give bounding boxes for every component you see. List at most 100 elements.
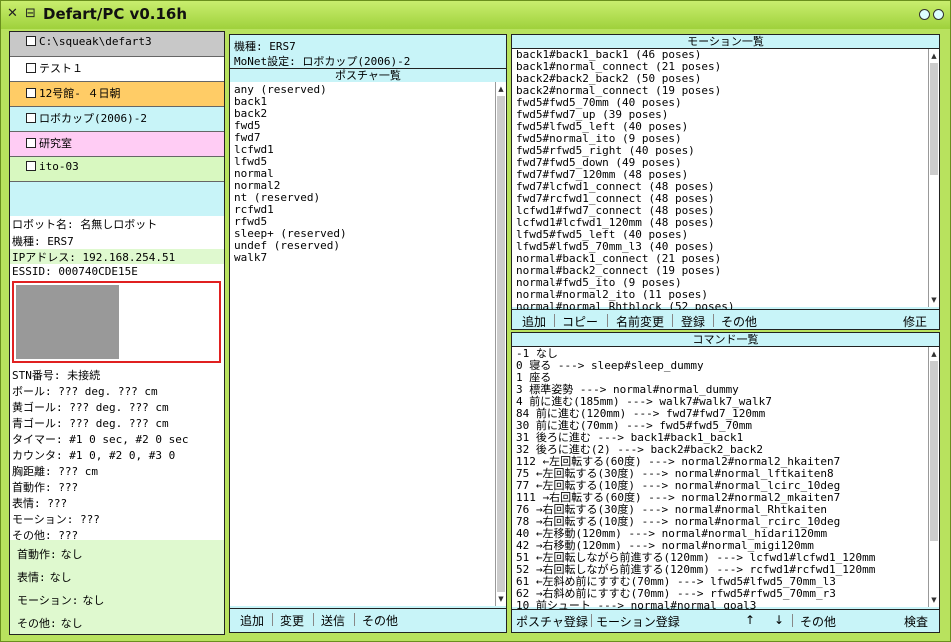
posture-list-box: any (reserved) back1 back2 fwd5 fwd7 lcfwd1 lf… [230,82,506,606]
posture-register-button[interactable]: ポスチャ登録 [516,613,588,630]
checkbox-icon[interactable] [26,36,36,46]
posture-scrollbar[interactable]: ▲ ▼ [495,82,506,606]
camera-image [16,285,119,359]
motion-register-button[interactable]: 登録 [681,313,705,329]
motion-add-button[interactable]: 追加 [522,313,546,329]
command-scrollbar[interactable]: ▲ ▼ [928,347,939,607]
robot-essid: ESSID: 000740CDE15E [12,265,138,278]
command-list-header: コマンド一覧 [512,333,939,347]
checkbox-icon[interactable] [26,161,36,171]
motion-scrollbar[interactable]: ▲ ▼ [928,49,939,307]
status-line: モーション: ??? [12,513,100,526]
selector-label: 首動作: [17,548,57,561]
posture-list-header: ポスチャ一覧 [230,68,506,83]
project-item[interactable]: テスト１ [10,57,224,82]
motion-list-box: back1#back1_back1 (46 poses) back1#normal… [512,49,939,313]
selector-value[interactable]: なし [50,571,72,584]
status-line: 胸距離: ??? cm [12,465,98,478]
motion-rename-button[interactable]: 名前変更 [616,313,664,329]
scroll-down-icon[interactable]: ▼ [929,295,939,305]
status-line: 首動作: ??? [12,481,79,494]
motion-fix-button[interactable]: 修正 [903,313,927,329]
motion-panel: モーション一覧 back1#back1_back1 (46 poses) back… [511,34,940,330]
status-line: 青ゴール: ??? deg. ??? cm [12,417,169,430]
posture-edit-button[interactable]: 変更 [280,612,304,629]
motion-list-header: モーション一覧 [512,35,939,49]
command-item[interactable]: 0 寝る ---> sleep#sleep_dummy [516,360,875,372]
scroll-down-icon[interactable]: ▼ [929,595,939,605]
move-down-button[interactable]: ↓ [774,613,784,627]
status-line: 黄ゴール: ??? deg. ??? cm [12,401,169,414]
posture-panel: 機種: ERS7 MoNet設定: ロボカップ(2006)-2 ポスチャ一覧 a… [229,34,507,633]
checkbox-icon[interactable] [26,88,36,98]
project-item[interactable]: C:\squeak\defart3 [10,32,224,57]
selector-row[interactable]: モーション: なし [13,588,224,609]
selector-value[interactable]: なし [61,617,83,630]
robot-name: ロボット名: 名無しロボット [12,218,158,231]
status-line: カウンタ: #1 0, #2 0, #3 0 [12,449,176,462]
motion-copy-button[interactable]: コピー [562,313,598,329]
posture-buttons: 追加 変更 送信 その他 [230,608,506,629]
monet-setting: MoNet設定: ロボカップ(2006)-2 [234,55,411,68]
move-up-button[interactable]: ↑ [745,613,755,627]
camera-view[interactable] [12,281,221,363]
command-check-button[interactable]: 検査 [904,613,928,630]
project-item[interactable]: ito-03 [10,157,224,182]
status-line: STN番号: 未接続 [12,369,101,382]
selector-row[interactable]: その他: なし [13,611,224,632]
command-buttons: ポスチャ登録 モーション登録 ↑ ↓ その他 検査 [512,609,939,630]
motion-register-button[interactable]: モーション登録 [596,613,680,630]
scroll-thumb[interactable] [930,361,938,541]
status-line: ボール: ??? deg. ??? cm [12,385,158,398]
project-label: ロボカップ(2006)-2 [39,112,147,125]
project-item[interactable]: 12号館- ４日朝 [10,82,224,107]
title-bar: ✕ ⊟ Defart/PC v0.16h [1,1,950,29]
scroll-up-icon[interactable]: ▲ [929,51,939,61]
project-item[interactable]: 研究室 [10,132,224,157]
command-list-box: -1 なし 0 寝る ---> sleep#sleep_dummy 1 座る 3 標準… [512,347,939,612]
posture-item[interactable]: walk7 [234,252,347,264]
posture-list: any (reserved) back1 back2 fwd5 fwd7 lcfwd1 lf… [234,84,347,264]
selector-value[interactable]: なし [82,594,104,607]
selector-label: その他: [17,617,57,630]
scroll-down-icon[interactable]: ▼ [496,594,506,604]
project-item[interactable]: ロボカップ(2006)-2 [10,107,224,132]
status-line: 表情: ??? [12,497,68,510]
scroll-thumb[interactable] [930,63,938,175]
command-panel: コマンド一覧 -1 なし 0 寝る ---> sleep#sleep_dummy 1… [511,332,940,633]
posture-add-button[interactable]: 追加 [240,612,264,629]
posture-other-button[interactable]: その他 [362,612,398,629]
scroll-thumb[interactable] [497,96,505,592]
project-label: ito-03 [39,160,79,173]
command-list: -1 なし 0 寝る ---> sleep#sleep_dummy 1 座る 3 標準… [516,348,875,612]
project-label: C:\squeak\defart3 [39,35,152,48]
middle-model: 機種: ERS7 [234,40,296,53]
project-label: 12号館- ４日朝 [39,87,121,100]
checkbox-icon[interactable] [26,63,36,73]
selector-label: 表情: [17,571,46,584]
checkbox-icon[interactable] [26,113,36,123]
selector-row[interactable]: 首動作: なし [13,542,224,563]
app-window: ✕ ⊟ Defart/PC v0.16h C:\squeak\defart3 テス… [0,0,951,642]
checkbox-icon[interactable] [26,138,36,148]
scroll-up-icon[interactable]: ▲ [929,349,939,359]
expand-icon[interactable] [933,9,944,20]
motion-other-button[interactable]: その他 [721,313,757,329]
robot-panel: C:\squeak\defart3 テスト１ 12号館- ４日朝ロボカップ(2006… [9,31,225,635]
close-icon[interactable]: ✕ [7,6,18,21]
motion-buttons: 追加 コピー 名前変更 登録 その他 修正 [512,309,939,329]
selector-row[interactable]: 表情: なし [13,565,224,586]
project-list-spacer [10,182,224,216]
posture-send-button[interactable]: 送信 [321,612,345,629]
project-label: 研究室 [39,137,72,150]
selector-value[interactable]: なし [61,548,83,561]
window-menu-icon[interactable]: ⊟ [25,6,36,21]
command-other-button[interactable]: その他 [800,613,836,630]
selector-label: モーション: [17,594,79,607]
robot-model: 機種: ERS7 [12,235,74,248]
motion-list: back1#back1_back1 (46 poses) back1#normal… [516,49,735,313]
window-title: Defart/PC v0.16h [43,5,188,23]
scroll-up-icon[interactable]: ▲ [496,84,506,94]
project-label: テスト１ [39,62,83,75]
collapse-icon[interactable] [919,9,930,20]
